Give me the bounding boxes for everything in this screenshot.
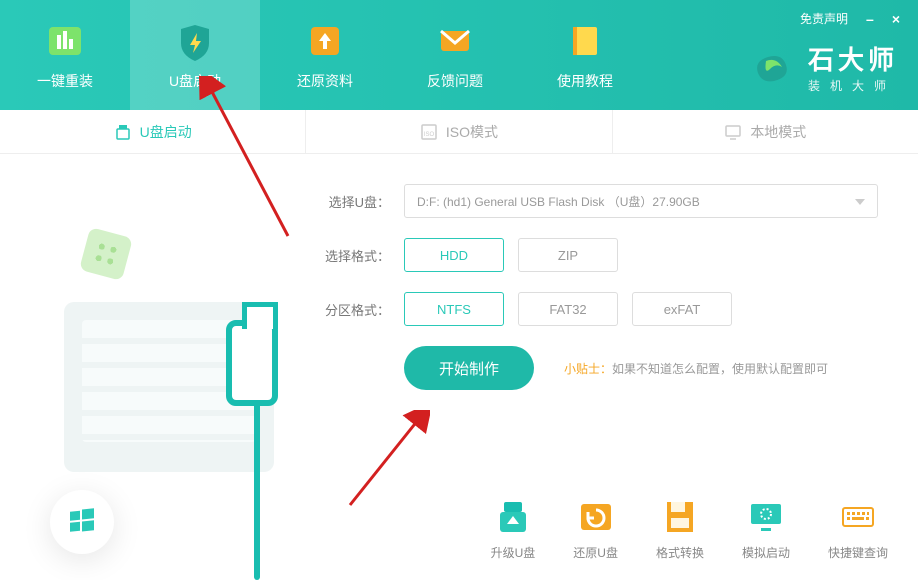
tab-usb-boot[interactable]: U盘启动 bbox=[0, 110, 306, 153]
header: 免责声明 – × 一键重装 U盘启动 还原资料 反馈问题 bbox=[0, 0, 918, 110]
keyboard-icon bbox=[839, 498, 877, 536]
disclaimer-link[interactable]: 免责声明 bbox=[800, 10, 848, 27]
monitor-icon bbox=[724, 123, 742, 141]
bar-chart-icon bbox=[43, 19, 87, 63]
brand-sub: 装机大师 bbox=[808, 77, 898, 94]
tool-hotkey-query[interactable]: 快捷键查询 bbox=[828, 498, 888, 561]
tab-label: ISO模式 bbox=[446, 122, 498, 142]
brand-name: 石大师 bbox=[808, 40, 898, 77]
window-controls: 免责声明 – × bbox=[800, 10, 900, 27]
tool-restore-usb[interactable]: 还原U盘 bbox=[573, 498, 618, 561]
disk-select[interactable]: D:F: (hd1) General USB Flash Disk （U盘）27… bbox=[404, 184, 878, 218]
tool-label: 还原U盘 bbox=[573, 544, 618, 561]
tab-iso[interactable]: ISO ISO模式 bbox=[306, 110, 612, 153]
disk-value: D:F: (hd1) General USB Flash Disk （U盘）27… bbox=[417, 193, 700, 210]
iso-icon: ISO bbox=[420, 123, 438, 141]
partfs-exfat[interactable]: exFAT bbox=[632, 292, 732, 326]
nav-restore[interactable]: 还原资料 bbox=[260, 0, 390, 110]
nav-reinstall[interactable]: 一键重装 bbox=[0, 0, 130, 110]
tab-local[interactable]: 本地模式 bbox=[613, 110, 918, 153]
windows-icon bbox=[68, 508, 96, 536]
tab-label: 本地模式 bbox=[750, 122, 806, 142]
envelope-icon bbox=[433, 19, 477, 63]
format-hdd[interactable]: HDD bbox=[404, 238, 504, 272]
partfs-fat32[interactable]: FAT32 bbox=[518, 292, 618, 326]
start-button[interactable]: 开始制作 bbox=[404, 346, 534, 390]
tab-label: U盘启动 bbox=[140, 122, 192, 142]
nav-label: U盘启动 bbox=[169, 71, 221, 91]
book-icon bbox=[563, 19, 607, 63]
floppy-icon bbox=[661, 498, 699, 536]
monitor-play-icon bbox=[747, 498, 785, 536]
tool-label: 升级U盘 bbox=[491, 544, 536, 561]
brand-text: 石大师 装机大师 bbox=[808, 40, 898, 94]
mode-tabs: U盘启动 ISO ISO模式 本地模式 bbox=[0, 110, 918, 154]
partfs-ntfs[interactable]: NTFS bbox=[404, 292, 504, 326]
nav-label: 一键重装 bbox=[37, 71, 93, 91]
format-label: 选择格式： bbox=[320, 246, 390, 265]
tool-label: 格式转换 bbox=[656, 544, 704, 561]
tip: 小贴士：如果不知道怎么配置，使用默认配置即可 bbox=[564, 360, 828, 377]
nav-usb-boot[interactable]: U盘启动 bbox=[130, 0, 260, 110]
disk-label: 选择U盘： bbox=[320, 192, 390, 211]
nav-feedback[interactable]: 反馈问题 bbox=[390, 0, 520, 110]
nav-tutorial[interactable]: 使用教程 bbox=[520, 0, 650, 110]
nav-bar: 一键重装 U盘启动 还原资料 反馈问题 使用教程 bbox=[0, 0, 650, 110]
minimize-button[interactable]: – bbox=[866, 11, 874, 27]
tool-upgrade-usb[interactable]: 升级U盘 bbox=[491, 498, 536, 561]
svg-text:ISO: ISO bbox=[424, 132, 435, 138]
tool-label: 模拟启动 bbox=[742, 544, 790, 561]
footer-tools: 升级U盘 还原U盘 格式转换 模拟启动 快捷键查询 bbox=[491, 498, 888, 561]
usb-icon bbox=[114, 123, 132, 141]
tool-format-convert[interactable]: 格式转换 bbox=[656, 498, 704, 561]
upload-box-icon bbox=[303, 19, 347, 63]
shield-bolt-icon bbox=[173, 19, 217, 63]
partfs-label: 分区格式： bbox=[320, 300, 390, 319]
tip-label: 小贴士： bbox=[564, 362, 612, 376]
brand: 石大师 装机大师 bbox=[748, 40, 898, 94]
restore-icon bbox=[577, 498, 615, 536]
brand-logo-icon bbox=[748, 43, 796, 91]
usb-up-icon bbox=[494, 498, 532, 536]
illustration bbox=[0, 154, 310, 579]
close-button[interactable]: × bbox=[892, 11, 900, 27]
tip-text: 如果不知道怎么配置，使用默认配置即可 bbox=[612, 362, 828, 376]
tool-label: 快捷键查询 bbox=[828, 544, 888, 561]
format-zip[interactable]: ZIP bbox=[518, 238, 618, 272]
nav-label: 使用教程 bbox=[557, 71, 613, 91]
nav-label: 还原资料 bbox=[297, 71, 353, 91]
tool-sim-boot[interactable]: 模拟启动 bbox=[742, 498, 790, 561]
nav-label: 反馈问题 bbox=[427, 71, 483, 91]
